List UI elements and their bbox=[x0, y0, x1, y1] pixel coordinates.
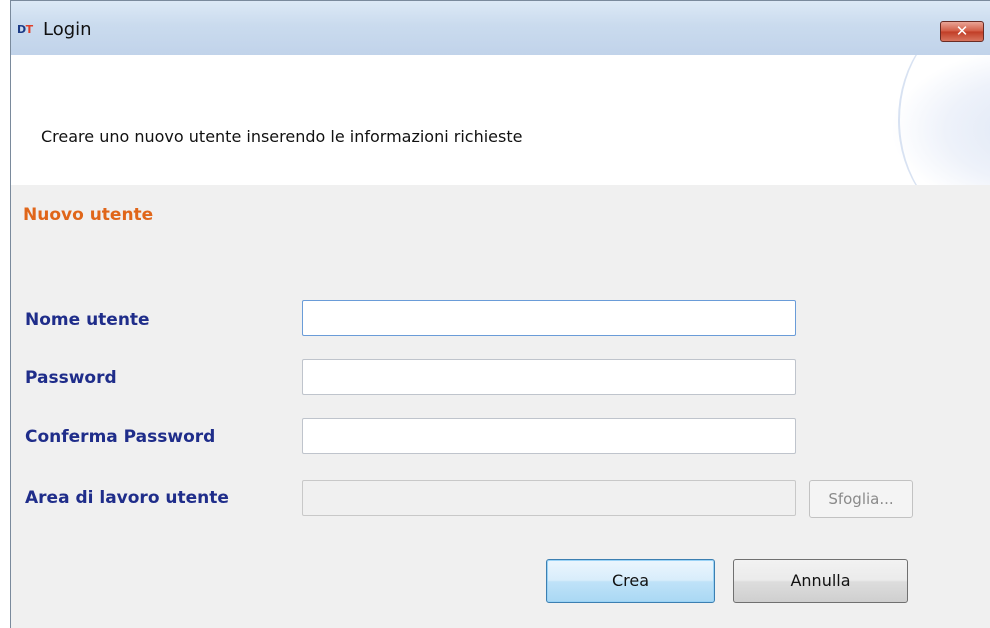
app-logo-letter-d: D bbox=[17, 23, 26, 36]
header-instruction: Creare uno nuovo utente inserendo le inf… bbox=[41, 127, 523, 146]
window-title: Login bbox=[43, 19, 92, 40]
close-icon: ✕ bbox=[955, 22, 969, 40]
cancel-button[interactable]: Annulla bbox=[733, 559, 908, 603]
title-bar[interactable]: DT Login ✕ bbox=[11, 1, 990, 55]
password-input[interactable] bbox=[302, 359, 796, 395]
browse-button: Sfoglia... bbox=[809, 480, 913, 518]
section-title: Nuovo utente bbox=[23, 205, 154, 225]
login-dialog: DT Login ✕ Creare uno nuovo utente inser… bbox=[10, 0, 990, 628]
workspace-input bbox=[302, 480, 796, 516]
create-button[interactable]: Crea bbox=[546, 559, 715, 603]
workspace-label: Area di lavoro utente bbox=[25, 488, 229, 508]
header-decoration-arc bbox=[898, 55, 990, 185]
confirm-password-label: Conferma Password bbox=[25, 427, 216, 447]
dialog-header: Creare uno nuovo utente inserendo le inf… bbox=[11, 55, 990, 185]
app-logo-icon: DT bbox=[15, 22, 35, 38]
app-logo-letter-t: T bbox=[25, 23, 34, 36]
username-input[interactable] bbox=[302, 300, 796, 336]
confirm-password-input[interactable] bbox=[302, 418, 796, 454]
username-label: Nome utente bbox=[25, 310, 150, 330]
close-button[interactable]: ✕ bbox=[940, 21, 984, 42]
password-label: Password bbox=[25, 368, 117, 388]
